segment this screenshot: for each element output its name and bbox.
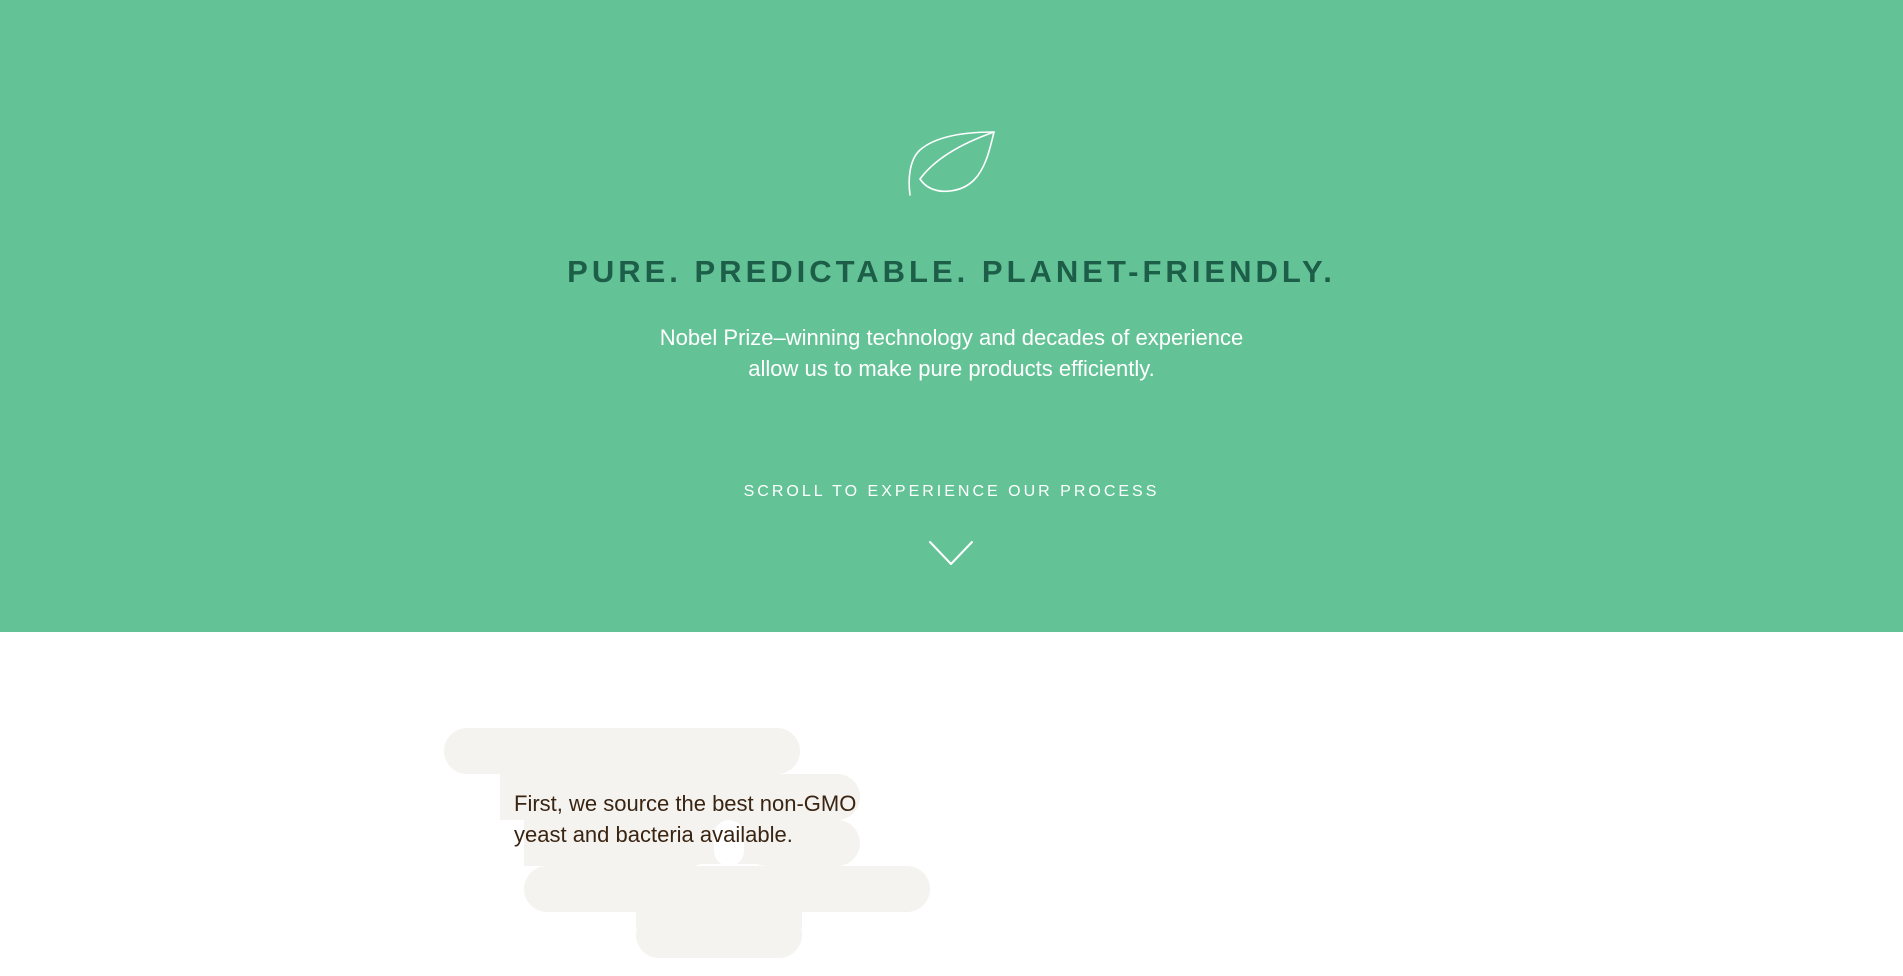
process-step-1-line-2: yeast and bacteria available. xyxy=(514,822,793,847)
page-headline: PURE. PREDICTABLE. PLANET-FRIENDLY. xyxy=(567,254,1336,289)
hero-subtext-line-1: Nobel Prize–winning technology and decad… xyxy=(659,325,1244,350)
hero-subtext-line-2: allow us to make pure products efficient… xyxy=(748,356,1155,381)
chevron-down-icon[interactable] xyxy=(928,540,974,566)
leaf-icon xyxy=(908,131,995,196)
process-step-1-text: First, we source the best non-GMO yeast … xyxy=(514,788,934,850)
process-section: First, we source the best non-GMO yeast … xyxy=(0,632,1903,976)
scroll-cta-link[interactable]: SCROLL TO EXPERIENCE OUR PROCESS xyxy=(0,481,1903,503)
process-step-1-line-1: First, we source the best non-GMO xyxy=(514,791,857,816)
hero-subtext: Nobel Prize–winning technology and decad… xyxy=(600,322,1303,384)
hero-section: PURE. PREDICTABLE. PLANET-FRIENDLY. Nobe… xyxy=(0,0,1903,632)
